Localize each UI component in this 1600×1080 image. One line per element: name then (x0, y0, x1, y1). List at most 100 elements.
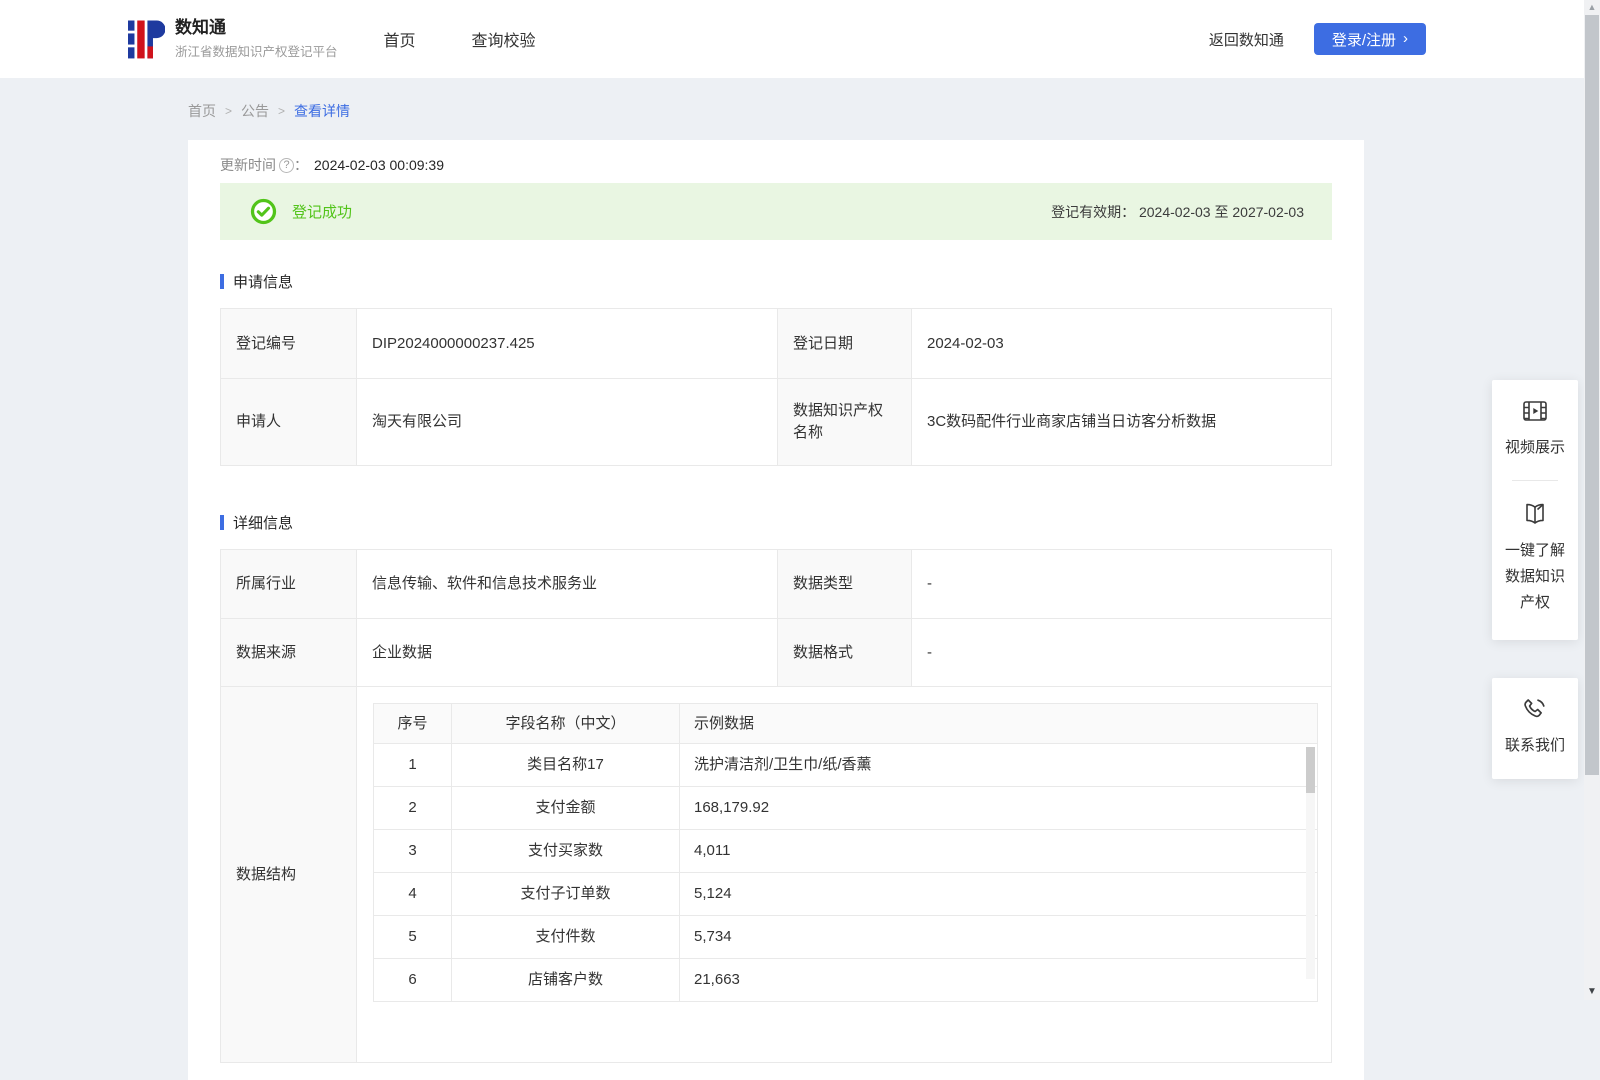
data-type-value: - (911, 549, 1332, 619)
inner-table-scrollbar[interactable] (1306, 747, 1315, 979)
data-format-value: - (911, 618, 1332, 687)
reg-number-value: DIP2024000000237.425 (356, 308, 778, 379)
structure-table: 序号 字段名称（中文） 示例数据 1 类目名称17 洗护清洁剂/卫生巾/纸/香薰… (373, 703, 1318, 1002)
data-source-value: 企业数据 (356, 618, 778, 687)
inner-scrollbar-thumb[interactable] (1306, 747, 1315, 793)
cell-sample: 168,179.92 (679, 786, 1318, 830)
data-structure-cell: 序号 字段名称（中文） 示例数据 1 类目名称17 洗护清洁剂/卫生巾/纸/香薰… (356, 686, 1332, 1063)
table-row: 数据来源 企业数据 数据格式 - (220, 618, 1332, 687)
scrollbar-thumb[interactable] (1585, 15, 1599, 775)
header-right: 返回数知通 登录/注册 › (1209, 23, 1426, 55)
section-bar (220, 274, 224, 289)
cell-sample: 5,124 (679, 872, 1318, 916)
check-circle-icon (250, 198, 277, 225)
contact-widget-label: 联系我们 (1504, 737, 1565, 754)
login-register-label: 登录/注册 (1331, 31, 1396, 49)
section-bar (220, 515, 224, 530)
site-subtitle: 浙江省数据知识产权登记平台 (175, 45, 338, 59)
cell-field: 支付金额 (451, 786, 680, 830)
detail-info-table: 所属行业 信息传输、软件和信息技术服务业 数据类型 - 数据来源 企业数据 数据… (220, 549, 1332, 1063)
top-header: 数知通 浙江省数据知识产权登记平台 首页 查询校验 返回数知通 登录/注册 › (0, 0, 1600, 78)
update-time-row: 更新时间 ? ： 2024-02-03 00:09:39 (220, 140, 1332, 173)
detail-info-section-title: 详细信息 (220, 512, 1332, 533)
video-widget[interactable]: 视频展示 (1492, 398, 1578, 461)
guide-widget[interactable]: 一键了解 数据知识 产权 (1492, 501, 1578, 616)
table-row: 登记编号 DIP2024000000237.425 登记日期 2024-02-0… (220, 308, 1332, 379)
video-icon (1523, 401, 1547, 421)
nav-item-home[interactable]: 首页 (384, 21, 416, 57)
guide-widget-line: 数据知识 (1504, 568, 1565, 585)
phone-icon (1524, 699, 1545, 718)
apply-info-title-text: 申请信息 (233, 274, 294, 291)
cell-seq: 1 (373, 743, 452, 787)
cell-field: 支付子订单数 (451, 872, 680, 916)
applicant-label: 申请人 (220, 378, 357, 466)
table-row: 申请人 淘天有限公司 数据知识产权名称 3C数码配件行业商家店铺当日访客分析数据 (220, 378, 1332, 466)
status-text: 登记成功 (292, 204, 353, 221)
breadcrumb-home[interactable]: 首页 (188, 101, 216, 121)
cell-seq: 5 (373, 915, 452, 959)
breadcrumb-separator-icon: > (278, 104, 286, 118)
reg-number-label: 登记编号 (220, 308, 357, 379)
table-row: 6 店铺客户数 21,663 (373, 958, 1318, 1002)
col-header-sample-data: 示例数据 (679, 703, 1318, 744)
table-row: 4 支付子订单数 5,124 (373, 872, 1318, 916)
table-header-row: 序号 字段名称（中文） 示例数据 (373, 703, 1318, 744)
detail-info-title-text: 详细信息 (233, 515, 294, 532)
nav-item-query-verify[interactable]: 查询校验 (472, 21, 536, 57)
logo-text: 数知通 浙江省数据知识产权登记平台 (175, 18, 338, 60)
registration-success-banner: 登记成功 登记有效期： 2024-02-03 至 2027-02-03 (220, 183, 1332, 240)
update-time-value: 2024-02-03 00:09:39 (314, 157, 444, 173)
help-icon[interactable]: ? (279, 157, 294, 173)
login-register-button[interactable]: 登录/注册 › (1313, 23, 1426, 55)
cell-field: 类目名称17 (451, 743, 680, 787)
guide-widget-line: 一键了解 (1504, 542, 1565, 559)
breadcrumb-separator-icon: > (225, 104, 233, 118)
scrollbar-down-arrow-icon[interactable]: ▼ (1584, 986, 1600, 997)
scrollbar-up-arrow-icon[interactable]: ▲ (1584, 2, 1600, 12)
page-scrollbar[interactable]: ▲ ▼ (1584, 0, 1600, 1000)
cell-sample: 21,663 (679, 958, 1318, 1002)
cell-seq: 4 (373, 872, 452, 916)
validity-value: 2024-02-03 至 2027-02-03 (1138, 203, 1304, 220)
apply-info-section-title: 申请信息 (220, 271, 1332, 292)
industry-label: 所属行业 (220, 549, 357, 619)
data-type-label: 数据类型 (777, 549, 912, 619)
back-to-shuzhitong-link[interactable]: 返回数知通 (1209, 29, 1284, 50)
update-time-colon: ： (294, 157, 308, 173)
site-title: 数知通 (175, 18, 226, 37)
table-row: 3 支付买家数 4,011 (373, 829, 1318, 873)
main-nav: 首页 查询校验 (384, 21, 536, 57)
data-format-label: 数据格式 (777, 618, 912, 687)
cell-sample: 洗护清洁剂/卫生巾/纸/香薰 (679, 743, 1318, 787)
breadcrumb-current: 查看详情 (294, 103, 351, 119)
industry-value: 信息传输、软件和信息技术服务业 (356, 549, 778, 619)
cell-seq: 6 (373, 958, 452, 1002)
update-time-label: 更新时间 (220, 157, 276, 173)
validity-label: 登记有效期： (1051, 203, 1136, 220)
contact-widget[interactable]: 联系我们 (1492, 678, 1578, 779)
reg-date-value: 2024-02-03 (911, 308, 1332, 379)
col-header-field-name: 字段名称（中文） (451, 703, 680, 744)
structure-table-wrap: 序号 字段名称（中文） 示例数据 1 类目名称17 洗护清洁剂/卫生巾/纸/香薰… (373, 703, 1318, 1002)
table-row: 数据结构 序号 字段名称（中文） 示例数据 1 类目名称17 洗护清洁剂/卫生巾… (220, 686, 1332, 1063)
side-widget-panel: 视频展示 一键了解 数据知识 产权 (1492, 380, 1578, 640)
widget-divider (1512, 480, 1558, 481)
table-row: 所属行业 信息传输、软件和信息技术服务业 数据类型 - (220, 549, 1332, 619)
breadcrumb-announcement[interactable]: 公告 (241, 101, 269, 121)
data-source-label: 数据来源 (220, 618, 357, 687)
col-header-seq: 序号 (373, 703, 452, 744)
table-row: 5 支付件数 5,734 (373, 915, 1318, 959)
detail-card: 更新时间 ? ： 2024-02-03 00:09:39 登记成功 登记有效期：… (188, 140, 1364, 1080)
cell-seq: 2 (373, 786, 452, 830)
cell-field: 支付件数 (451, 915, 680, 959)
dip-name-label: 数据知识产权名称 (777, 378, 912, 466)
guide-widget-line: 产权 (1519, 594, 1550, 611)
table-row: 1 类目名称17 洗护清洁剂/卫生巾/纸/香薰 (373, 743, 1318, 787)
applicant-value: 淘天有限公司 (356, 378, 778, 466)
dip-name-value: 3C数码配件行业商家店铺当日访客分析数据 (911, 378, 1332, 466)
cell-sample: 5,734 (679, 915, 1318, 959)
video-widget-label: 视频展示 (1504, 439, 1565, 456)
logo[interactable]: 数知通 浙江省数据知识产权登记平台 (128, 17, 338, 61)
apply-info-table: 登记编号 DIP2024000000237.425 登记日期 2024-02-0… (220, 308, 1332, 466)
